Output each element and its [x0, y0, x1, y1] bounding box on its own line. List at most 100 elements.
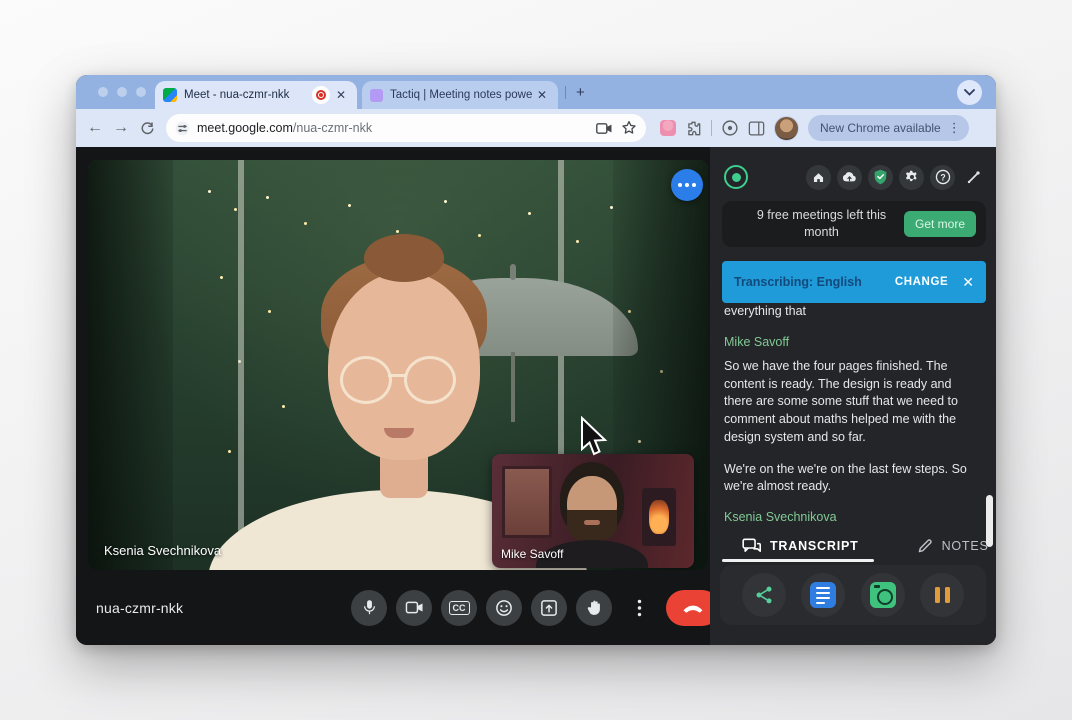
site-info-icon[interactable]: [175, 121, 190, 136]
toolbar-extensions-area: New Chrome available ⋮: [660, 115, 969, 141]
pin-panel-button[interactable]: [961, 165, 986, 190]
browser-toolbar: ← → meet.google.com/nua-czmr-nkk New Chr…: [76, 109, 996, 147]
new-chrome-available-button[interactable]: New Chrome available ⋮: [808, 115, 969, 141]
zoom-window-button[interactable]: [136, 87, 146, 97]
toolbar-divider: [711, 120, 712, 136]
address-bar[interactable]: meet.google.com/nua-czmr-nkk: [166, 114, 646, 142]
share-button[interactable]: [742, 573, 786, 617]
tactiq-extension-icon[interactable]: [660, 120, 676, 136]
extensions-puzzle-icon[interactable]: [685, 120, 702, 137]
pin-diagonal-icon: [966, 170, 981, 185]
pencil-icon: [917, 538, 933, 554]
sidebar-tabs: TRANSCRIPT NOTES: [710, 531, 996, 561]
pip-participant-name-label: Mike Savoff: [501, 547, 563, 561]
browser-menu-kebab-icon[interactable]: ⋮: [948, 120, 961, 136]
loom-extension-icon[interactable]: [721, 119, 739, 137]
browser-window: Meet - nua-czmr-nkk ✕ Tactiq | Meeting n…: [76, 75, 996, 645]
tab-search-chevron-button[interactable]: [957, 80, 982, 105]
camera-icon: [405, 600, 424, 615]
shield-check-icon: [873, 169, 888, 185]
more-options-button[interactable]: [621, 590, 657, 626]
tab-meet[interactable]: Meet - nua-czmr-nkk ✕: [155, 81, 357, 109]
forward-button[interactable]: →: [108, 115, 134, 141]
screenshot-camera-icon: [870, 582, 896, 608]
share-icon: [754, 585, 774, 605]
tab-notes[interactable]: NOTES: [917, 538, 989, 554]
minimize-window-button[interactable]: [117, 87, 127, 97]
url-host: meet.google.com: [197, 121, 293, 135]
microphone-button[interactable]: [351, 590, 387, 626]
home-icon: [812, 171, 825, 184]
side-panel-icon[interactable]: [748, 121, 765, 136]
reactions-button[interactable]: [486, 590, 522, 626]
camera-permission-icon[interactable]: [596, 122, 613, 135]
chevron-down-icon: [964, 89, 975, 96]
pause-icon: [935, 587, 950, 603]
recording-indicator-icon[interactable]: [312, 86, 330, 104]
google-docs-icon: [810, 582, 836, 608]
microphone-icon: [361, 598, 378, 617]
tab-title: Meet - nua-czmr-nkk: [184, 89, 309, 101]
tactiq-favicon-icon: [370, 89, 383, 102]
meet-control-bar: nua-czmr-nkk CC: [76, 570, 726, 645]
tab-transcript-label: TRANSCRIPT: [770, 539, 859, 553]
meet-favicon-icon: [163, 88, 177, 102]
main-video-tile[interactable]: Ksenia Svechnikova Mike Savoff: [88, 160, 708, 570]
close-tab-icon[interactable]: ✕: [333, 88, 349, 102]
free-meetings-label: 9 free meetings left this month: [744, 207, 899, 241]
gear-icon: [905, 170, 919, 184]
settings-button[interactable]: [899, 165, 924, 190]
mouse-cursor: [578, 416, 610, 458]
hand-icon: [586, 599, 603, 617]
tab-tactiq[interactable]: Tactiq | Meeting notes powe ✕: [362, 81, 558, 109]
page-content: Ksenia Svechnikova Mike Savoff nua-czmr-…: [76, 147, 996, 645]
tactiq-header: ?: [724, 163, 986, 191]
transcript-line: everything that: [724, 303, 978, 321]
present-screen-icon: [540, 599, 558, 617]
close-window-button[interactable]: [98, 87, 108, 97]
bookmark-star-icon[interactable]: [621, 120, 637, 136]
captions-button[interactable]: CC: [441, 590, 477, 626]
window-controls[interactable]: [98, 87, 146, 97]
close-banner-icon[interactable]: ✕: [962, 274, 974, 291]
tab-notes-label: NOTES: [942, 539, 989, 553]
raise-hand-button[interactable]: [576, 590, 612, 626]
transcript-panel[interactable]: everything that Mike Savoff So we have t…: [724, 303, 978, 527]
home-button[interactable]: [806, 165, 831, 190]
tab-title: Tactiq | Meeting notes powe: [390, 89, 534, 101]
sidebar-scrollbar-thumb[interactable]: [986, 495, 993, 547]
smiley-icon: [495, 599, 513, 617]
chat-bubbles-icon: [742, 538, 761, 554]
cloud-upload-icon: [842, 171, 857, 183]
privacy-shield-button[interactable]: [868, 165, 893, 190]
new-tab-button[interactable]: +: [576, 84, 585, 101]
export-to-docs-button[interactable]: [801, 573, 845, 617]
upload-button[interactable]: [837, 165, 862, 190]
screenshot-button[interactable]: [861, 573, 905, 617]
tactiq-sidebar: ? 9 free meetings left this month Get mo…: [710, 147, 996, 645]
meet-controls: CC: [351, 590, 720, 626]
get-more-button[interactable]: Get more: [904, 211, 976, 237]
pip-video-tile[interactable]: Mike Savoff: [492, 454, 694, 568]
pip-window-decor: [502, 466, 552, 538]
help-button[interactable]: ?: [930, 165, 955, 190]
active-tab-underline: [722, 559, 874, 562]
transcript-speaker: Ksenia Svechnikova: [724, 510, 978, 524]
reload-icon: [140, 121, 155, 136]
tab-strip: Meet - nua-czmr-nkk ✕ Tactiq | Meeting n…: [76, 75, 996, 109]
participant-name-label: Ksenia Svechnikova: [104, 543, 221, 558]
reload-button[interactable]: [134, 115, 160, 141]
tab-transcript[interactable]: TRANSCRIPT: [742, 538, 859, 554]
present-button[interactable]: [531, 590, 567, 626]
close-tab-icon[interactable]: ✕: [534, 88, 550, 102]
profile-avatar[interactable]: [774, 116, 799, 141]
pause-transcription-button[interactable]: [920, 573, 964, 617]
url-text[interactable]: meet.google.com/nua-czmr-nkk: [197, 121, 596, 135]
url-path: /nua-czmr-nkk: [293, 121, 372, 135]
change-language-button[interactable]: CHANGE: [895, 276, 948, 288]
transcribing-banner: Transcribing: English CHANGE ✕: [722, 261, 986, 303]
chat-notification-badge[interactable]: [671, 169, 703, 201]
tactiq-logo-icon[interactable]: [724, 165, 748, 189]
camera-button[interactable]: [396, 590, 432, 626]
back-button[interactable]: ←: [82, 115, 108, 141]
